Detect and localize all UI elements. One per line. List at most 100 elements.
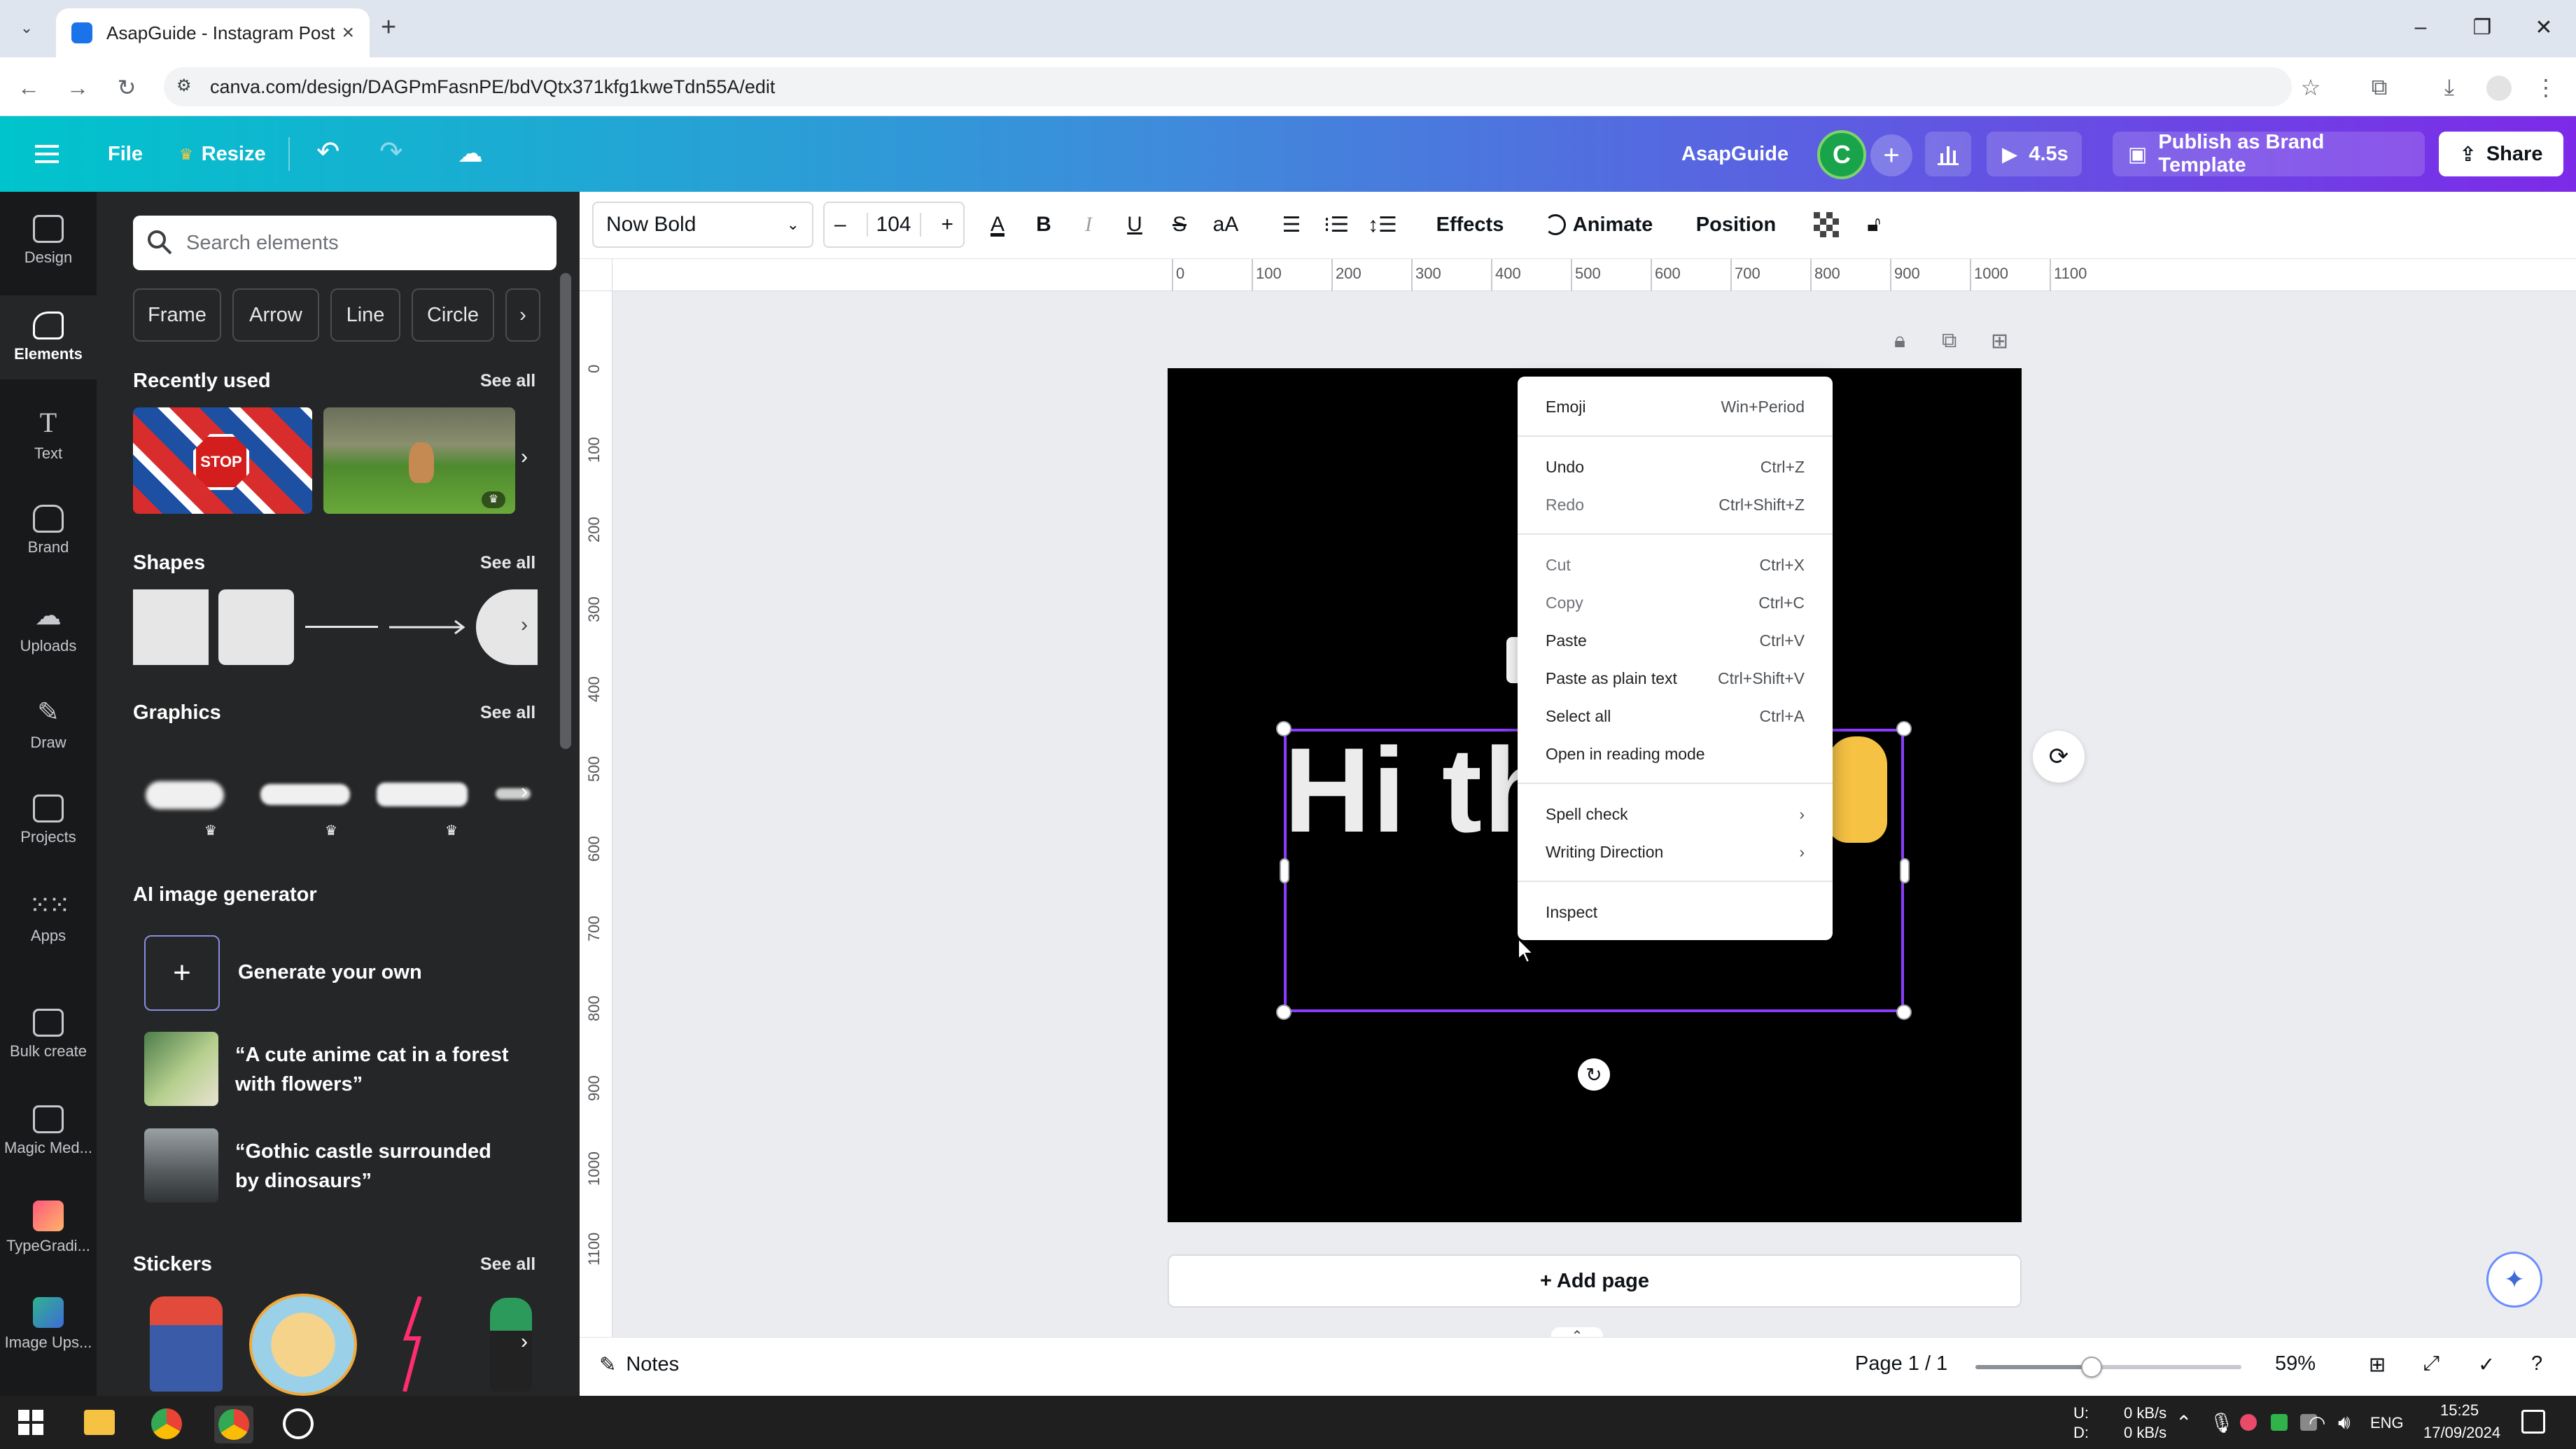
add-collaborator-icon[interactable]: +: [1870, 134, 1912, 176]
profile-icon[interactable]: [2486, 76, 2512, 101]
transparency-icon[interactable]: [1809, 202, 1844, 248]
menu-item-paste[interactable]: Paste Ctrl+V: [1518, 622, 1833, 659]
clock-date[interactable]: 17/09/2024: [2423, 1424, 2500, 1442]
address-bar[interactable]: canva.com/design/DAGPmFasnPE/bdVQtx371kf…: [164, 67, 2292, 106]
grid-view-icon[interactable]: ⊞: [2369, 1352, 2386, 1377]
rail-design[interactable]: Design: [0, 199, 97, 283]
wifi-icon[interactable]: ◠: [2309, 1411, 2325, 1434]
browser-menu-icon[interactable]: ⋮: [2528, 70, 2563, 105]
notifications-icon[interactable]: [2521, 1410, 2545, 1434]
add-page-icon[interactable]: ⊞: [1991, 329, 2008, 354]
check-icon[interactable]: ✓: [2478, 1352, 2495, 1377]
chip-circle[interactable]: Circle: [412, 288, 494, 342]
align-left-icon[interactable]: ☰: [1274, 202, 1309, 248]
shapes-next-icon[interactable]: ›: [521, 613, 528, 637]
menu-item-spell-check[interactable]: Spell check ›: [1518, 795, 1833, 833]
magic-assistant-icon[interactable]: ✦: [2486, 1252, 2542, 1308]
gothic-castle-thumbnail[interactable]: [144, 1128, 218, 1203]
font-size-stepper[interactable]: – 104 +: [823, 202, 965, 248]
zoom-slider-thumb[interactable]: [2081, 1357, 2102, 1378]
animate-button[interactable]: Animate: [1537, 202, 1660, 248]
notes-button[interactable]: ✎ Notes: [599, 1352, 679, 1377]
clock-time[interactable]: 15:25: [2440, 1401, 2479, 1420]
resize-button[interactable]: ♛ Resize: [179, 143, 266, 166]
recently-used-see-all[interactable]: See all: [480, 371, 536, 391]
minimize-icon[interactable]: –: [2400, 10, 2442, 45]
panel-scrollbar[interactable]: [560, 273, 571, 749]
rail-brand[interactable]: Brand: [0, 489, 97, 573]
duplicate-page-icon[interactable]: ⧉: [1942, 329, 1956, 353]
rounded-square-shape[interactable]: [218, 589, 294, 665]
rotate-handle-icon[interactable]: ↻: [1578, 1058, 1610, 1091]
sticker-person[interactable]: [150, 1296, 223, 1392]
file-explorer-icon[interactable]: [84, 1410, 115, 1435]
underline-icon[interactable]: U: [1117, 202, 1152, 248]
tray-app-icon[interactable]: [2271, 1414, 2288, 1431]
resize-handle-left[interactable]: [1280, 858, 1289, 883]
present-button[interactable]: ▶ 4.5s: [1987, 132, 2082, 176]
chip-frame[interactable]: Frame: [133, 288, 221, 342]
lock-page-icon[interactable]: 🔒︎: [1894, 329, 1905, 353]
rail-projects[interactable]: Projects: [0, 778, 97, 862]
font-family-dropdown[interactable]: Now Bold ⌄: [592, 202, 813, 248]
publish-brand-template-button[interactable]: ▣ Publish as Brand Template: [2113, 131, 2425, 176]
list-icon[interactable]: ⁝☰: [1319, 202, 1354, 248]
menu-item-cut[interactable]: Cut Ctrl+X: [1518, 546, 1833, 584]
recently-used-next-icon[interactable]: ›: [521, 445, 528, 469]
site-info-icon[interactable]: ⚙: [176, 76, 199, 98]
lock-icon[interactable]: 🔓︎: [1856, 202, 1891, 248]
fullscreen-icon[interactable]: ⤢: [2423, 1352, 2440, 1376]
menu-item-undo[interactable]: Undo Ctrl+Z: [1518, 448, 1833, 486]
restore-icon[interactable]: ❐: [2461, 10, 2503, 45]
zoom-percent[interactable]: 59%: [2275, 1352, 2316, 1376]
font-size-value[interactable]: 104: [866, 213, 921, 237]
close-tab-icon[interactable]: ×: [342, 21, 354, 45]
resize-handle-br[interactable]: [1896, 1004, 1912, 1020]
square-shape[interactable]: [133, 589, 209, 665]
menu-item-writing-direction[interactable]: Writing Direction ›: [1518, 833, 1833, 871]
stickers-see-all[interactable]: See all: [480, 1254, 536, 1275]
redo-icon[interactable]: ↷: [379, 136, 403, 168]
rail-text[interactable]: T Text: [0, 392, 97, 476]
add-page-button[interactable]: + Add page: [1168, 1254, 2022, 1308]
strikethrough-icon[interactable]: S: [1162, 202, 1197, 248]
anime-cat-thumbnail[interactable]: [144, 1032, 218, 1106]
decrease-font-icon[interactable]: –: [834, 213, 846, 237]
microphone-icon[interactable]: 🎙︎: [2209, 1411, 2234, 1434]
italic-icon[interactable]: I: [1071, 202, 1106, 248]
chip-line[interactable]: Line: [330, 288, 400, 342]
chrome-icon[interactable]: [151, 1408, 182, 1439]
ai-prompt-cat[interactable]: “A cute anime cat in a forest with flowe…: [235, 1040, 515, 1099]
share-button[interactable]: ⇪ Share: [2439, 132, 2563, 176]
graphic-brush-1[interactable]: [146, 781, 224, 809]
cloud-save-icon[interactable]: ☁: [458, 139, 483, 168]
recorder-app-icon[interactable]: [283, 1408, 314, 1439]
menu-item-reading-mode[interactable]: Open in reading mode: [1518, 735, 1833, 773]
rail-image-upscaler[interactable]: Image Ups...: [0, 1282, 97, 1366]
windows-start-icon[interactable]: [18, 1410, 43, 1435]
sticker-lightning[interactable]: [399, 1296, 427, 1392]
shapes-see-all[interactable]: See all: [480, 553, 536, 573]
menu-item-emoji[interactable]: Emoji Win+Period: [1518, 388, 1833, 426]
close-window-icon[interactable]: ✕: [2523, 10, 2565, 45]
text-color-icon[interactable]: A: [980, 202, 1015, 248]
spacing-icon[interactable]: ↕☰: [1365, 202, 1400, 248]
graphic-brush-3[interactable]: [377, 783, 468, 806]
rail-draw[interactable]: ✎ Draw: [0, 682, 97, 766]
resize-handle-tl[interactable]: [1276, 721, 1292, 736]
stop-sign-thumbnail[interactable]: STOP: [133, 407, 312, 514]
graphics-next-icon[interactable]: ›: [521, 780, 528, 804]
menu-item-paste-plain[interactable]: Paste as plain text Ctrl+Shift+V: [1518, 659, 1833, 697]
forward-icon[interactable]: →: [60, 70, 95, 105]
file-menu[interactable]: File: [108, 143, 143, 166]
menu-item-copy[interactable]: Copy Ctrl+C: [1518, 584, 1833, 622]
letter-case-icon[interactable]: aA: [1205, 202, 1246, 248]
tab-search-icon[interactable]: ⌄: [13, 14, 41, 42]
chrome-active-icon[interactable]: [214, 1406, 253, 1443]
resize-handle-tr[interactable]: [1896, 721, 1912, 736]
ai-prompt-castle[interactable]: “Gothic castle surrounded by dinosaurs”: [235, 1137, 515, 1196]
rail-uploads[interactable]: ☁ Uploads: [0, 585, 97, 669]
bold-icon[interactable]: B: [1026, 202, 1061, 248]
rail-apps[interactable]: ⁙⁙ Apps: [0, 875, 97, 959]
generate-own-plus-icon[interactable]: +: [144, 935, 220, 1011]
